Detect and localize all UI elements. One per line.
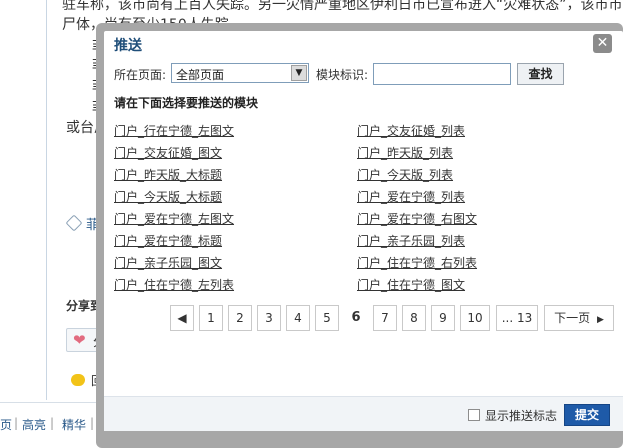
page-current-6: 6 bbox=[344, 305, 368, 331]
page-button-8[interactable]: 8 bbox=[402, 305, 426, 331]
next-page-label: 下一页 bbox=[554, 311, 591, 325]
submit-button[interactable]: 提交 bbox=[564, 404, 610, 426]
reply-bubble-icon bbox=[71, 374, 85, 386]
module-item[interactable]: 门户_爱在宁德_右图文 bbox=[357, 210, 477, 227]
page-button-2[interactable]: 2 bbox=[228, 305, 252, 331]
module-item[interactable]: 门户_昨天版_列表 bbox=[357, 144, 453, 161]
search-button[interactable]: 查找 bbox=[517, 63, 564, 85]
module-item[interactable]: 门户_爱在宁德_标题 bbox=[114, 232, 222, 249]
module-section-heading: 请在下面选择要推送的模块 bbox=[114, 96, 259, 110]
push-dialog: 推送 ✕ 所在页面: 全部页面 ▼ 模块标识: 查找 请在下面选择要推送的模块 … bbox=[104, 31, 623, 431]
module-item[interactable]: 门户_交友征婚_列表 bbox=[357, 122, 465, 139]
prev-page-icon[interactable]: ◀ bbox=[170, 305, 194, 331]
page-select[interactable]: 全部页面 ▼ bbox=[171, 63, 309, 83]
page-button-7[interactable]: 7 bbox=[373, 305, 397, 331]
page-button-4[interactable]: 4 bbox=[286, 305, 310, 331]
module-id-label: 模块标识: bbox=[316, 68, 369, 82]
footer-link-page[interactable]: 页 bbox=[0, 416, 12, 433]
module-item[interactable]: 门户_今天版_列表 bbox=[357, 166, 453, 183]
tag-icon bbox=[65, 214, 83, 232]
page-button-3[interactable]: 3 bbox=[257, 305, 281, 331]
close-icon[interactable]: ✕ bbox=[593, 34, 612, 53]
show-push-flag-checkbox[interactable] bbox=[468, 409, 480, 421]
show-push-flag-label[interactable]: 显示推送标志 bbox=[485, 407, 557, 424]
page-select-label: 所在页面: bbox=[114, 68, 167, 82]
footer-separator: | bbox=[14, 416, 19, 430]
chevron-down-icon[interactable]: ▼ bbox=[291, 65, 307, 81]
page-button-last[interactable]: ... 13 bbox=[496, 305, 538, 331]
heart-icon: ❤ bbox=[73, 331, 86, 349]
footer-separator: | bbox=[50, 416, 55, 430]
article-text-line: 驻车称，该市尚有上百人失踪。另一灾情严重地区伊利日市已宣布进入“灾难状态”，该市… bbox=[62, 0, 623, 13]
footer-link-highlight[interactable]: 高亮 bbox=[22, 416, 46, 433]
module-item[interactable]: 门户_亲子乐园_图文 bbox=[114, 254, 222, 271]
dialog-title: 推送 bbox=[114, 38, 142, 54]
next-page-button[interactable]: 下一页 ▶ bbox=[544, 305, 614, 331]
module-item[interactable]: 门户_今天版_大标题 bbox=[114, 188, 222, 205]
page-select-value: 全部页面 bbox=[176, 68, 225, 82]
content-border bbox=[46, 0, 47, 400]
module-id-input[interactable] bbox=[373, 63, 511, 85]
page-button-1[interactable]: 1 bbox=[199, 305, 223, 331]
module-item[interactable]: 门户_亲子乐园_列表 bbox=[357, 232, 465, 249]
module-item[interactable]: 门户_住在宁德_图文 bbox=[357, 276, 465, 293]
footer-link-digest[interactable]: 精华 bbox=[62, 416, 86, 433]
module-item[interactable]: 门户_交友征婚_图文 bbox=[114, 144, 222, 161]
module-item[interactable]: 门户_爱在宁德_列表 bbox=[357, 188, 465, 205]
pagination: ◀ 1 2 3 4 5 6 7 8 9 10 ... 13 下一页 ▶ bbox=[170, 305, 615, 331]
module-item[interactable]: 门户_爱在宁德_左图文 bbox=[114, 210, 234, 227]
module-item[interactable]: 门户_住在宁德_左列表 bbox=[114, 276, 234, 293]
page-button-10[interactable]: 10 bbox=[460, 305, 490, 331]
page-button-5[interactable]: 5 bbox=[315, 305, 339, 331]
module-item[interactable]: 门户_行在宁德_左图文 bbox=[114, 122, 234, 139]
page-button-9[interactable]: 9 bbox=[431, 305, 455, 331]
module-item[interactable]: 门户_住在宁德_右列表 bbox=[357, 254, 477, 271]
next-page-icon: ▶ bbox=[596, 315, 604, 325]
dialog-footer: 显示推送标志 提交 bbox=[104, 396, 623, 431]
footer-separator: | bbox=[90, 416, 95, 430]
module-item[interactable]: 门户_昨天版_大标题 bbox=[114, 166, 222, 183]
